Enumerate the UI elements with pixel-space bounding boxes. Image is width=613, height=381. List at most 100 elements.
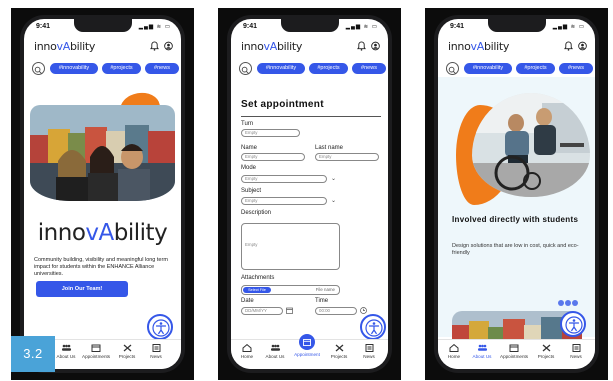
hero-logo-accent: vA — [85, 220, 114, 246]
tag-innovability[interactable]: #innovability — [50, 63, 98, 74]
tag-news[interactable]: #news — [559, 63, 593, 74]
tag-row: #innovability #projects #news — [438, 61, 595, 77]
section-description: Design solutions that are low in cost, q… — [452, 243, 579, 256]
accessibility-button[interactable] — [560, 311, 586, 337]
carousel-indicator[interactable] — [558, 293, 579, 311]
phone-screen: 9:41 ▂▄▆ ≋ ▭ innovAbility #innovability … — [24, 19, 181, 369]
carousel-dot[interactable] — [565, 300, 571, 306]
tag-news[interactable]: #news — [352, 63, 386, 74]
nav-news[interactable]: News — [355, 344, 383, 359]
search-icon[interactable] — [446, 62, 459, 75]
subject-select[interactable]: Empty — [241, 197, 327, 205]
logo-text-accent: vA — [263, 40, 278, 53]
hero-photo-students — [30, 105, 175, 201]
tag-row: #innovability #projects #news — [231, 61, 388, 77]
nav-appointment[interactable]: Appointment — [293, 334, 321, 357]
screen-panel-home: 9:41 ▂▄▆ ≋ ▭ innovAbility #innovability … — [11, 8, 194, 380]
tag-innovability[interactable]: #innovability — [257, 63, 305, 74]
carousel-dot[interactable] — [572, 300, 578, 306]
nav-news[interactable]: News — [562, 344, 590, 359]
logo-text-prefix: inno — [241, 40, 264, 53]
tools-icon — [123, 344, 131, 352]
attachment-input: Select File File name — [241, 285, 340, 295]
time-field[interactable]: 00:00 — [315, 307, 357, 315]
section-heading: Involved directly with students — [452, 215, 579, 224]
nav-home[interactable]: Home — [233, 344, 261, 359]
bell-icon[interactable] — [150, 41, 159, 51]
chevron-down-icon[interactable]: ⌄ — [331, 175, 336, 182]
tools-icon — [542, 344, 550, 352]
home-icon — [242, 344, 252, 352]
news-icon — [152, 344, 160, 352]
accessibility-button[interactable] — [147, 314, 173, 340]
app-logo[interactable]: innovAbility — [448, 40, 509, 53]
mode-label: Mode — [241, 165, 257, 171]
date-field[interactable]: DD/MM/YY — [241, 307, 283, 315]
tag-news[interactable]: #news — [145, 63, 179, 74]
tag-projects[interactable]: #projects — [309, 63, 348, 74]
nav-label: Home — [447, 354, 461, 359]
clock-icon[interactable] — [360, 307, 367, 314]
logo-text-prefix: inno — [34, 40, 57, 53]
date-label: Date — [241, 298, 254, 304]
turn-field[interactable]: Empty — [241, 129, 300, 137]
tag-row: #innovability #projects #news — [24, 61, 181, 77]
phone-notch — [281, 19, 339, 32]
phone-screen: 9:41 ▂▄▆ ≋ ▭ innovAbility #innovability … — [231, 19, 388, 369]
tag-innovability[interactable]: #innovability — [464, 63, 512, 74]
nav-appointments[interactable]: Appointments — [82, 344, 110, 359]
tag-projects[interactable]: #projects — [102, 63, 141, 74]
carousel-dot[interactable] — [558, 300, 564, 306]
app-header: innovAbility — [438, 37, 595, 59]
nav-label: About Us — [265, 354, 285, 359]
nav-projects[interactable]: Projects — [113, 344, 141, 359]
calendar-icon — [91, 344, 101, 352]
nav-about-us[interactable]: About Us — [261, 344, 289, 359]
tag-projects[interactable]: #projects — [516, 63, 555, 74]
nav-appointments[interactable]: Appointments — [500, 344, 528, 359]
accessibility-icon — [152, 319, 170, 337]
logo-text-suffix: bility — [276, 40, 303, 53]
search-icon[interactable] — [239, 62, 252, 75]
nav-about-us[interactable]: About Us — [468, 344, 496, 359]
join-team-button[interactable]: Join Our Team! — [36, 281, 128, 297]
nav-projects[interactable]: Projects — [532, 344, 560, 359]
nav-about-us[interactable]: About Us — [52, 344, 80, 359]
news-icon — [365, 344, 373, 352]
mode-select[interactable]: Empty — [241, 175, 327, 183]
bell-icon[interactable] — [564, 41, 573, 51]
signal-wifi-battery-icon: ▂▄▆ ≋ ▭ — [552, 24, 585, 30]
search-icon[interactable] — [32, 62, 45, 75]
profile-icon[interactable] — [578, 41, 587, 51]
accessibility-button[interactable] — [360, 314, 386, 340]
status-time: 9:41 — [243, 23, 258, 30]
phone-notch — [488, 19, 546, 32]
bell-icon[interactable] — [357, 41, 366, 51]
nav-news[interactable]: News — [142, 344, 170, 359]
time-label: Time — [315, 298, 329, 304]
tools-icon — [335, 344, 343, 352]
nav-label: Home — [240, 354, 254, 359]
nav-label: News — [150, 354, 162, 359]
app-header: innovAbility — [231, 37, 388, 59]
calendar-icon[interactable] — [286, 307, 293, 314]
profile-icon[interactable] — [164, 41, 173, 51]
app-logo[interactable]: innovAbility — [241, 40, 302, 53]
lastname-label: Last name — [315, 145, 344, 151]
nav-home[interactable]: Home — [440, 344, 468, 359]
lastname-field[interactable]: Empty — [315, 153, 379, 161]
screen-panel-about: 9:41 ▂▄▆ ≋ ▭ innovAbility #innovability … — [425, 8, 608, 380]
accessibility-icon — [365, 319, 383, 337]
app-header: innovAbility — [24, 37, 181, 59]
nav-label: News — [363, 354, 375, 359]
chevron-down-icon[interactable]: ⌄ — [331, 197, 336, 204]
select-file-button[interactable]: Select File — [243, 287, 271, 293]
name-field[interactable]: Empty — [241, 153, 305, 161]
status-time: 9:41 — [450, 23, 465, 30]
description-textarea[interactable]: Empty — [241, 223, 340, 270]
profile-icon[interactable] — [371, 41, 380, 51]
logo-text-suffix: bility — [69, 40, 96, 53]
nav-projects[interactable]: Projects — [325, 344, 353, 359]
phone-frame: 9:41 ▂▄▆ ≋ ▭ innovAbility #innovability … — [20, 15, 185, 373]
app-logo[interactable]: innovAbility — [34, 40, 95, 53]
